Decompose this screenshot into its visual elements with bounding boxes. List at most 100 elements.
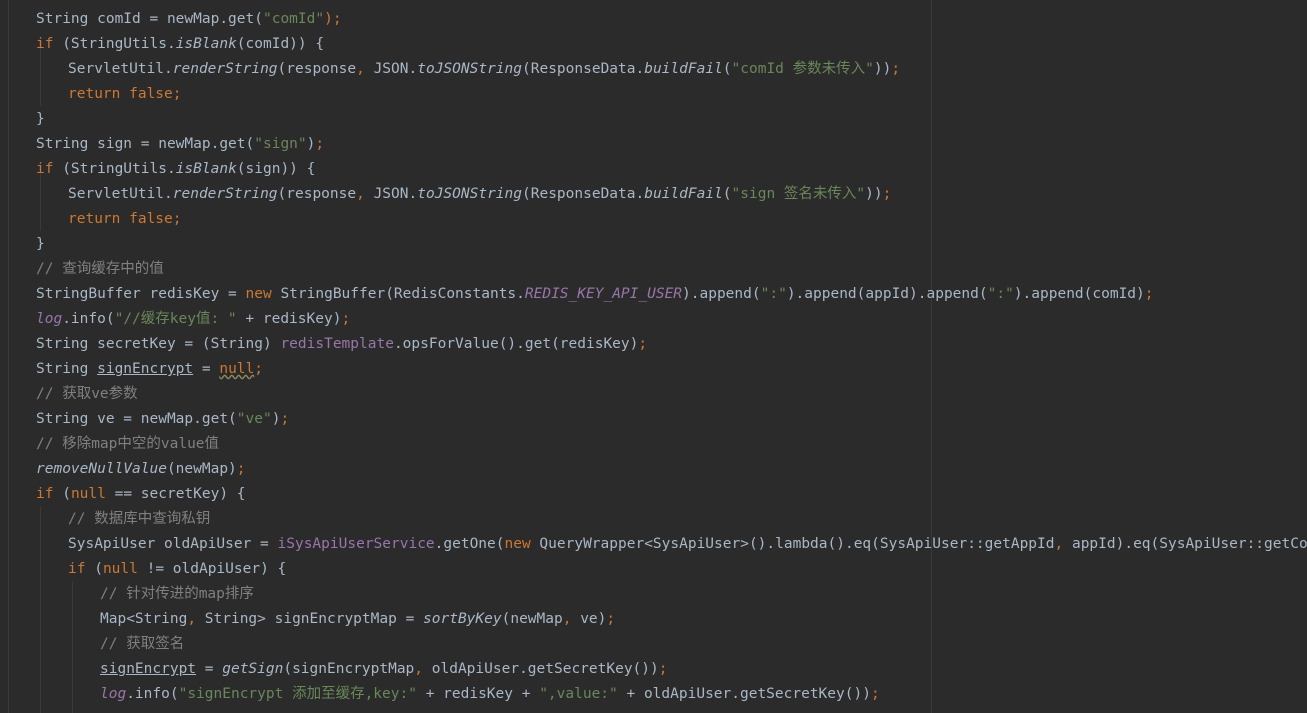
code-token: String ve = newMap.get( — [36, 411, 237, 427]
code-token: )) — [865, 186, 883, 202]
code-line[interactable]: String sign = newMap.get("sign"); — [36, 132, 324, 157]
code-line[interactable]: ... — [100, 707, 126, 713]
code-token: + oldApiUser.getSecretKey()) — [617, 686, 871, 702]
code-line[interactable]: } — [36, 107, 45, 132]
code-token: ( — [722, 186, 732, 202]
code-line[interactable]: if (null == secretKey) { — [36, 482, 246, 507]
code-token: buildFail — [644, 61, 723, 77]
code-line[interactable]: // 获取ve参数 — [36, 382, 138, 407]
code-token: ( — [53, 486, 71, 502]
code-token: toJSONString — [417, 186, 522, 202]
code-token: SysApiUser oldApiUser = — [68, 536, 278, 552]
code-token: = — [193, 361, 220, 377]
code-token: + redisKey) — [236, 311, 342, 327]
code-token: ":" — [760, 286, 787, 302]
right-margin-guide — [931, 0, 932, 713]
code-token: = — [196, 661, 223, 677]
code-token: null — [219, 361, 255, 377]
code-line[interactable]: StringBuffer redisKey = new StringBuffer… — [36, 282, 1154, 307]
code-token: ( — [85, 561, 103, 577]
indent-guide — [72, 581, 73, 713]
code-token: ServletUtil. — [68, 186, 173, 202]
code-token: ServletUtil. — [68, 61, 173, 77]
code-line[interactable]: // 查询缓存中的值 — [36, 257, 164, 282]
code-token: == secretKey) { — [105, 486, 246, 502]
code-token: redisTemplate — [280, 336, 394, 352]
code-line[interactable]: // 针对传进的map排序 — [100, 582, 254, 607]
code-token: "//缓存key值: " — [114, 311, 237, 327]
code-token: new — [504, 536, 531, 552]
code-line[interactable]: signEncrypt = getSign(signEncryptMap, ol… — [100, 657, 667, 682]
code-token: , — [187, 611, 205, 627]
code-token: ; — [172, 211, 182, 227]
code-token: "sign" — [254, 136, 307, 152]
code-token: "sign 签名未传入" — [731, 186, 866, 202]
code-token: renderString — [172, 61, 278, 77]
code-token: ; — [606, 611, 616, 627]
code-line[interactable]: return false; — [68, 82, 182, 107]
code-line[interactable]: if (null != oldApiUser) { — [68, 557, 286, 582]
code-line[interactable]: // 获取签名 — [100, 632, 184, 657]
code-line[interactable]: // 数据库中查询私钥 — [68, 507, 210, 532]
code-token: REDIS_KEY_API_USER — [524, 286, 683, 302]
code-token: , — [1054, 536, 1072, 552]
code-token: ; — [658, 661, 668, 677]
code-token: // 数据库中查询私钥 — [68, 511, 211, 527]
code-line[interactable]: return false; — [68, 207, 182, 232]
code-token: JSON. — [373, 61, 418, 77]
code-token: (sign)) { — [236, 161, 316, 177]
code-token: // 针对传进的map排序 — [100, 586, 254, 602]
code-token: sortByKey — [423, 611, 502, 627]
code-line[interactable]: ServletUtil.renderString(response, JSON.… — [68, 182, 891, 207]
code-token: String — [36, 361, 98, 377]
code-line[interactable]: log.info("//缓存key值: " + redisKey); — [36, 307, 350, 332]
code-line[interactable]: String signEncrypt = null; — [36, 357, 263, 382]
code-token: "comId" — [262, 11, 325, 27]
code-token: ; — [315, 136, 325, 152]
code-line[interactable]: String ve = newMap.get("ve"); — [36, 407, 289, 432]
code-token: null — [70, 486, 106, 502]
code-token: if — [36, 161, 54, 177]
code-line[interactable]: if (StringUtils.isBlank(comId)) { — [36, 32, 324, 57]
code-token: (StringUtils. — [53, 36, 176, 52]
code-token: )) — [873, 61, 892, 77]
code-token: String comId = newMap.get( — [36, 11, 263, 27]
code-token: // 查询缓存中的值 — [36, 261, 164, 277]
code-line[interactable]: String secretKey = (String) redisTemplat… — [36, 332, 647, 357]
indent-guide — [40, 506, 41, 713]
code-line[interactable]: if (StringUtils.isBlank(sign)) { — [36, 157, 315, 182]
code-token: (StringUtils. — [53, 161, 176, 177]
code-token: renderString — [172, 186, 278, 202]
code-token: (response — [277, 186, 357, 202]
code-token: oldApiUser.getSecretKey()) — [431, 661, 659, 677]
code-token: (response — [277, 61, 357, 77]
code-line[interactable]: SysApiUser oldApiUser = iSysApiUserServi… — [68, 532, 1307, 557]
code-token: ).append(comId) — [1013, 286, 1145, 302]
code-line[interactable]: removeNullValue(newMap); — [36, 457, 246, 482]
code-editor[interactable]: String comId = newMap.get("comId"); if (S… — [0, 0, 1307, 713]
code-token: , — [356, 61, 374, 77]
code-line[interactable]: } — [36, 232, 45, 257]
code-token: // 移除map中空的value值 — [36, 436, 220, 452]
code-line[interactable]: // 移除map中空的value值 — [36, 432, 219, 457]
code-token: ; — [236, 461, 246, 477]
code-line[interactable]: Map<String, String> signEncryptMap = sor… — [100, 607, 615, 632]
code-token: ).append( — [682, 286, 761, 302]
code-token: (ResponseData. — [522, 186, 645, 202]
code-token: + redisKey + — [416, 686, 540, 702]
code-token: } — [36, 111, 45, 127]
code-token: String sign = newMap.get( — [36, 136, 255, 152]
code-token: , — [414, 661, 432, 677]
code-line[interactable]: String comId = newMap.get("comId"); — [36, 7, 342, 32]
code-token: signEncrypt — [97, 361, 194, 377]
code-token: log — [36, 311, 63, 327]
code-token: if — [68, 561, 86, 577]
code-line[interactable]: ServletUtil.renderString(response, JSON.… — [68, 57, 900, 82]
code-token: ; — [891, 61, 901, 77]
code-token: getSign — [222, 661, 284, 677]
code-token: (ResponseData. — [522, 61, 645, 77]
code-line[interactable]: log.info("signEncrypt 添加至缓存,key:" + redi… — [100, 682, 880, 707]
code-token: StringBuffer(RedisConstants. — [271, 286, 525, 302]
code-token: (newMap) — [166, 461, 237, 477]
code-token: // 获取ve参数 — [36, 386, 138, 402]
